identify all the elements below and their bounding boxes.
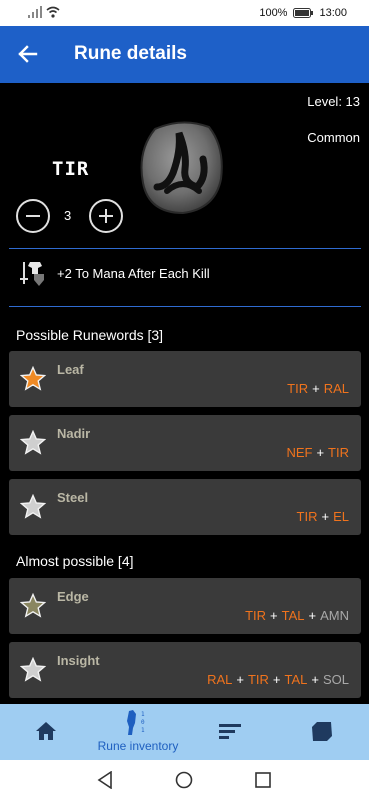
plus-icon-vertical	[105, 209, 107, 223]
system-navigation-bar	[0, 760, 369, 800]
battery-icon	[293, 8, 314, 18]
rune-name: TIR	[52, 158, 90, 180]
star-icon[interactable]	[20, 494, 46, 520]
star-icon[interactable]	[20, 366, 46, 392]
rune-stone-image	[140, 121, 223, 215]
plus-separator: +	[316, 445, 325, 460]
recipe-rune: TIR	[296, 509, 318, 524]
signal-wifi-icons	[28, 6, 60, 18]
nav-rune-inventory[interactable]: 1 0 1 Rune inventory	[92, 704, 184, 760]
runeword-recipe: RAL + TIR + TAL + SOL	[207, 672, 349, 687]
svg-text:1: 1	[141, 727, 145, 734]
plus-separator: +	[270, 608, 278, 623]
recipe-rune: EL	[333, 509, 349, 524]
recipe-rune: AMN	[320, 608, 349, 623]
runeword-name: Nadir	[57, 426, 91, 441]
runeword-recipe: TIR + RAL	[287, 381, 349, 396]
runeword-card[interactable]: Edge TIR + TAL + AMN	[9, 578, 361, 634]
recipe-rune: TAL	[281, 608, 305, 623]
plus-separator: +	[311, 672, 319, 687]
arrow-left-icon	[18, 45, 38, 63]
runeword-recipe: NEF + TIR	[286, 445, 349, 460]
back-button[interactable]	[14, 40, 42, 68]
minus-icon	[26, 215, 40, 217]
rune-level: Level: 13	[307, 94, 360, 109]
recents-square-icon[interactable]	[255, 772, 271, 788]
runeword-card[interactable]: Insight RAL + TIR + TAL + SOL	[9, 642, 361, 698]
runeword-name: Edge	[57, 589, 89, 604]
cube-icon	[312, 722, 332, 741]
battery-percent: 100%	[259, 7, 288, 19]
home-icon	[36, 722, 56, 740]
star-icon[interactable]	[20, 430, 46, 456]
recipe-rune: TIR	[247, 672, 269, 687]
possible-runewords-title: Possible Runewords [3]	[16, 327, 164, 343]
increase-count-button[interactable]	[89, 199, 123, 233]
recipe-rune: RAL	[207, 672, 233, 687]
bottom-navigation: 1 0 1 Rune inventory	[0, 704, 369, 760]
plus-separator: +	[272, 672, 281, 687]
recipe-rune: RAL	[323, 381, 349, 396]
svg-text:1: 1	[141, 711, 145, 718]
nav-items[interactable]	[276, 704, 368, 760]
nav-runewords-list[interactable]	[184, 704, 276, 760]
recipe-rune: SOL	[322, 672, 349, 687]
rune-bonus: +2 To Mana After Each Kill	[57, 266, 210, 281]
star-icon[interactable]	[20, 657, 46, 683]
recipe-rune: TAL	[284, 672, 308, 687]
back-triangle-icon[interactable]	[97, 771, 113, 789]
nav-home[interactable]	[0, 704, 92, 760]
recipe-rune: NEF	[286, 445, 313, 460]
recipe-rune: TIR	[328, 445, 349, 460]
page-title: Rune details	[74, 43, 187, 64]
plus-separator: +	[308, 608, 317, 623]
divider-top	[9, 248, 361, 249]
runeword-name: Leaf	[57, 362, 84, 377]
plus-separator: +	[312, 381, 320, 396]
clock: 13:00	[319, 7, 347, 19]
runeword-card[interactable]: Nadir NEF + TIR	[9, 415, 361, 471]
runeword-recipe: TIR + TAL + AMN	[245, 608, 349, 623]
runeword-name: Insight	[57, 653, 100, 668]
runeword-card[interactable]: Leaf TIR + RAL	[9, 351, 361, 407]
star-icon[interactable]	[20, 593, 46, 619]
almost-possible-title: Almost possible [4]	[16, 553, 134, 569]
recipe-rune: TIR	[287, 381, 309, 396]
status-bar: 100% 13:00	[0, 0, 369, 26]
runeword-card[interactable]: Steel TIR + EL	[9, 479, 361, 535]
rune-inventory-icon: 1 0 1	[127, 710, 145, 735]
plus-separator: +	[321, 509, 330, 524]
wifi-icon	[46, 6, 60, 18]
recipe-rune: TIR	[245, 608, 267, 623]
svg-text:0: 0	[141, 719, 145, 726]
signal-icon	[28, 6, 42, 18]
weapon-armor-icon	[20, 262, 44, 286]
rune-count: 3	[64, 208, 72, 223]
rune-rarity: Common	[307, 130, 360, 145]
divider-bottom	[9, 306, 361, 307]
runeword-name: Steel	[57, 490, 89, 505]
list-sort-icon	[219, 724, 241, 739]
nav-rune-inventory-label: Rune inventory	[97, 739, 179, 753]
runeword-recipe: TIR + EL	[297, 509, 349, 524]
decrease-count-button[interactable]	[16, 199, 50, 233]
plus-separator: +	[236, 672, 244, 687]
app-bar: Rune details	[0, 26, 369, 83]
home-circle-icon[interactable]	[175, 771, 193, 789]
